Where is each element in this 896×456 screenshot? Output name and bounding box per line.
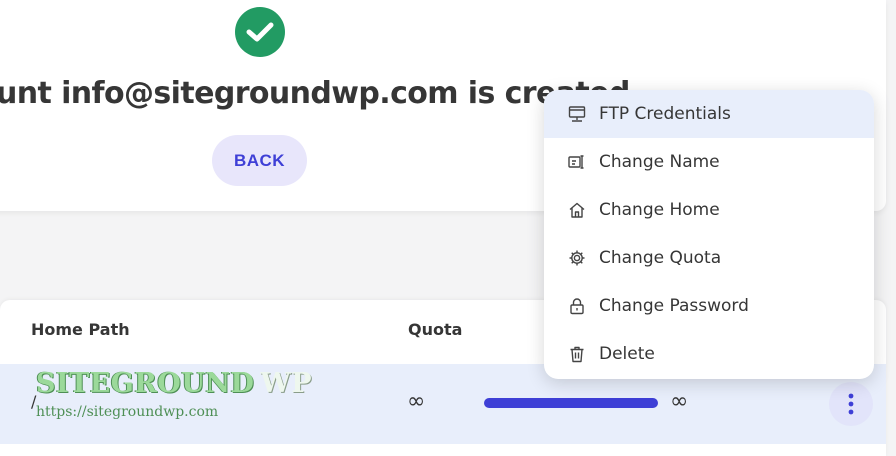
menu-item-delete[interactable]: Delete (544, 330, 874, 378)
row-usage-value: ∞ (670, 389, 689, 414)
menu-item-change-name[interactable]: Change Name (544, 138, 874, 186)
gear-icon (569, 250, 585, 266)
menu-item-change-password[interactable]: Change Password (544, 282, 874, 330)
menu-item-change-home[interactable]: Change Home (544, 186, 874, 234)
watermark-logo: SITEGROUND WP (36, 368, 313, 399)
home-icon (569, 202, 585, 218)
rename-icon (568, 155, 584, 169)
watermark-url: https://sitegroundwp.com (36, 404, 219, 420)
row-actions-button[interactable] (829, 382, 873, 426)
usage-progress-bar (484, 398, 658, 408)
success-check-icon (235, 7, 285, 57)
row-quota-value: ∞ (407, 389, 426, 414)
lock-icon (570, 298, 584, 315)
back-button[interactable]: BACK (212, 135, 307, 186)
column-header-home-path[interactable]: Home Path (31, 320, 130, 339)
row-actions-menu: FTP Credentials Change Name Change Home … (544, 90, 874, 379)
column-header-quota[interactable]: Quota (408, 320, 462, 339)
trash-icon (570, 346, 584, 363)
ftp-monitor-icon (568, 106, 586, 122)
menu-item-ftp-credentials[interactable]: FTP Credentials (544, 90, 874, 138)
menu-item-change-quota[interactable]: Change Quota (544, 234, 874, 282)
kebab-menu-icon (848, 393, 854, 415)
